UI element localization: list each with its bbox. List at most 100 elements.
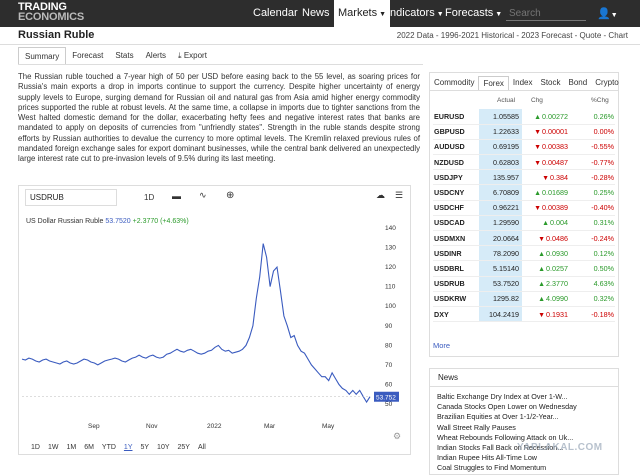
quote-pct-change: 4.63% [570, 276, 615, 292]
quote-symbol: EURUSD [433, 109, 479, 125]
tab-index[interactable]: Index [509, 76, 537, 91]
table-row[interactable]: USDBRL 5.15140 ▲0.0257 0.50% [433, 260, 615, 277]
nav-indicators[interactable]: Indicators ▼ [387, 0, 444, 27]
quote-symbol: NZDUSD [433, 154, 479, 171]
x-tick-label: Sep [88, 423, 100, 430]
table-row[interactable]: USDCAD 1.29590 ▲0.004 0.31% [433, 215, 615, 232]
settings-icon[interactable]: ⚙ [393, 431, 401, 442]
arrow-up-icon: ▲ [538, 265, 546, 273]
range-6m[interactable]: 6M [80, 444, 98, 451]
range-1y[interactable]: 1Y [120, 444, 137, 451]
quote-pct-change: -0.18% [570, 306, 615, 323]
range-1d[interactable]: 1D [27, 444, 44, 451]
arrow-down-icon: ▼ [534, 129, 542, 137]
arrow-down-icon: ▼ [538, 235, 546, 243]
tab-alerts[interactable]: Alerts [140, 47, 172, 65]
quote-actual: 135.957 [479, 169, 522, 186]
tab-crypto[interactable]: Crypto [591, 76, 623, 91]
quote-symbol: USDCNY [433, 184, 479, 201]
range-all[interactable]: All [194, 444, 210, 451]
page-header: Russian Ruble 2022 Data - 1996-2021 Hist… [0, 27, 640, 45]
arrow-up-icon: ▲ [534, 113, 542, 121]
table-row[interactable]: USDCHF 0.96221 ▼0.00389 -0.40% [433, 200, 615, 216]
range-5y[interactable]: 5Y [136, 444, 153, 451]
news-list: Baltic Exchange Dry Index at Over 1-W...… [437, 392, 577, 474]
quote-actual: 78.2090 [479, 245, 522, 262]
quote-change: ▼0.0486 [522, 230, 570, 247]
nav-forecasts[interactable]: Forecasts ▼ [445, 0, 502, 27]
quote-symbol: USDCHF [433, 200, 479, 216]
quote-pct-change: 0.25% [570, 184, 615, 201]
table-row[interactable]: USDMXN 20.0664 ▼0.0486 -0.24% [433, 230, 615, 247]
search-input[interactable] [506, 6, 586, 21]
nav-news[interactable]: News [302, 0, 330, 27]
quote-change-value: 0.0486 [546, 233, 568, 243]
quote-pct-change: -0.40% [570, 200, 615, 216]
tab-bond[interactable]: Bond [565, 76, 592, 91]
quote-change: ▲2.3770 [522, 276, 570, 292]
news-item[interactable]: Indian Rupee Hits All-Time Low [437, 453, 577, 463]
range-ytd[interactable]: YTD [98, 444, 120, 451]
tab-summary[interactable]: Summary [18, 47, 67, 65]
breadcrumb[interactable]: 2022 Data - 1996-2021 Historical - 2023 … [397, 31, 628, 40]
last-value-label: 53.752 [376, 395, 396, 402]
range-10y[interactable]: 10Y [153, 444, 173, 451]
news-item[interactable]: Coal Struggles to Find Momentum [437, 463, 577, 473]
price-chart[interactable]: USDRUB 1D ▬ ∿ ⊕ ☁ ☰ US Dollar Russian Ru… [18, 185, 411, 455]
arrow-down-icon: ▼ [534, 159, 542, 167]
tab-forecast[interactable]: Forecast [66, 47, 109, 65]
arrow-up-icon: ▲ [538, 281, 546, 289]
quote-change-value: 0.0930 [546, 248, 568, 258]
tab-stock[interactable]: Stock [536, 76, 564, 91]
range-1w[interactable]: 1W [44, 444, 63, 451]
quote-pct-change: -0.24% [570, 230, 615, 247]
table-row[interactable]: DXY 104.2419 ▼0.1931 -0.18% [433, 306, 615, 323]
quote-change: ▼0.00001 [522, 124, 570, 140]
user-icon[interactable]: 👤▼ [597, 7, 618, 20]
nav-forecasts-label: Forecasts [445, 7, 494, 19]
table-row[interactable]: NZDUSD 0.62803 ▼0.00487 -0.77% [433, 154, 615, 171]
news-item[interactable]: Baltic Exchange Dry Index at Over 1-W... [437, 392, 577, 402]
quote-change: ▼0.00487 [522, 154, 570, 171]
more-link[interactable]: More [433, 341, 450, 350]
quote-change: ▼0.1931 [522, 306, 570, 323]
quote-actual: 5.15140 [479, 260, 522, 277]
table-row[interactable]: EURUSD 1.05585 ▲0.00272 0.26% [433, 109, 615, 125]
quote-change-value: 4.0990 [546, 294, 568, 304]
tab-commodity[interactable]: Commodity [430, 76, 478, 91]
quote-actual: 1295.82 [479, 291, 522, 307]
range-25y[interactable]: 25Y [174, 444, 194, 451]
quote-actual: 1.05585 [479, 109, 522, 125]
range-1m[interactable]: 1M [62, 444, 80, 451]
quote-actual: 0.96221 [479, 200, 522, 216]
tab-forex[interactable]: Forex [478, 76, 509, 91]
table-row[interactable]: USDRUB 53.7520 ▲2.3770 4.63% [433, 276, 615, 292]
chevron-down-icon: ▼ [379, 11, 387, 18]
arrow-down-icon: ▼ [542, 174, 549, 182]
nav-markets[interactable]: Markets ▼ [334, 0, 391, 27]
quote-change-value: 0.01689 [542, 188, 568, 198]
top-navbar: TRADING ECONOMICS Calendar News Markets ▼… [0, 0, 640, 27]
table-row[interactable]: USDCNY 6.70809 ▲0.01689 0.25% [433, 184, 615, 201]
nav-indicators-label: Indicators [387, 7, 435, 19]
quote-change-value: 2.3770 [546, 279, 568, 289]
table-row[interactable]: USDINR 78.2090 ▲0.0930 0.12% [433, 245, 615, 262]
nav-calendar[interactable]: Calendar [253, 0, 298, 27]
table-row[interactable]: AUDUSD 0.69195 ▼0.00383 -0.55% [433, 139, 615, 156]
news-item[interactable]: Brazilian Equities at Over 1-1/2-Year... [437, 412, 577, 422]
quote-change: ▲0.0257 [522, 260, 570, 277]
news-item[interactable]: Wall Street Rally Pauses [437, 423, 577, 433]
quote-symbol: GBPUSD [433, 124, 479, 140]
quote-change: ▼0.00389 [522, 200, 570, 216]
quote-actual: 1.22633 [479, 124, 522, 140]
news-item[interactable]: Canada Stocks Open Lower on Wednesday [437, 402, 577, 412]
site-logo[interactable]: TRADING ECONOMICS [18, 2, 84, 23]
quote-symbol: USDMXN [433, 230, 479, 247]
tab-export[interactable]: ⤓ Export [172, 47, 213, 65]
tab-stats[interactable]: Stats [109, 47, 139, 65]
table-row[interactable]: GBPUSD 1.22633 ▼0.00001 0.00% [433, 124, 615, 140]
quote-change: ▲0.00272 [522, 109, 570, 125]
table-row[interactable]: USDJPY 135.957 ▼0.384 -0.28% [433, 169, 615, 186]
table-row[interactable]: USDKRW 1295.82 ▲4.0990 0.32% [433, 291, 615, 307]
quote-change-value: 0.00389 [542, 203, 568, 213]
